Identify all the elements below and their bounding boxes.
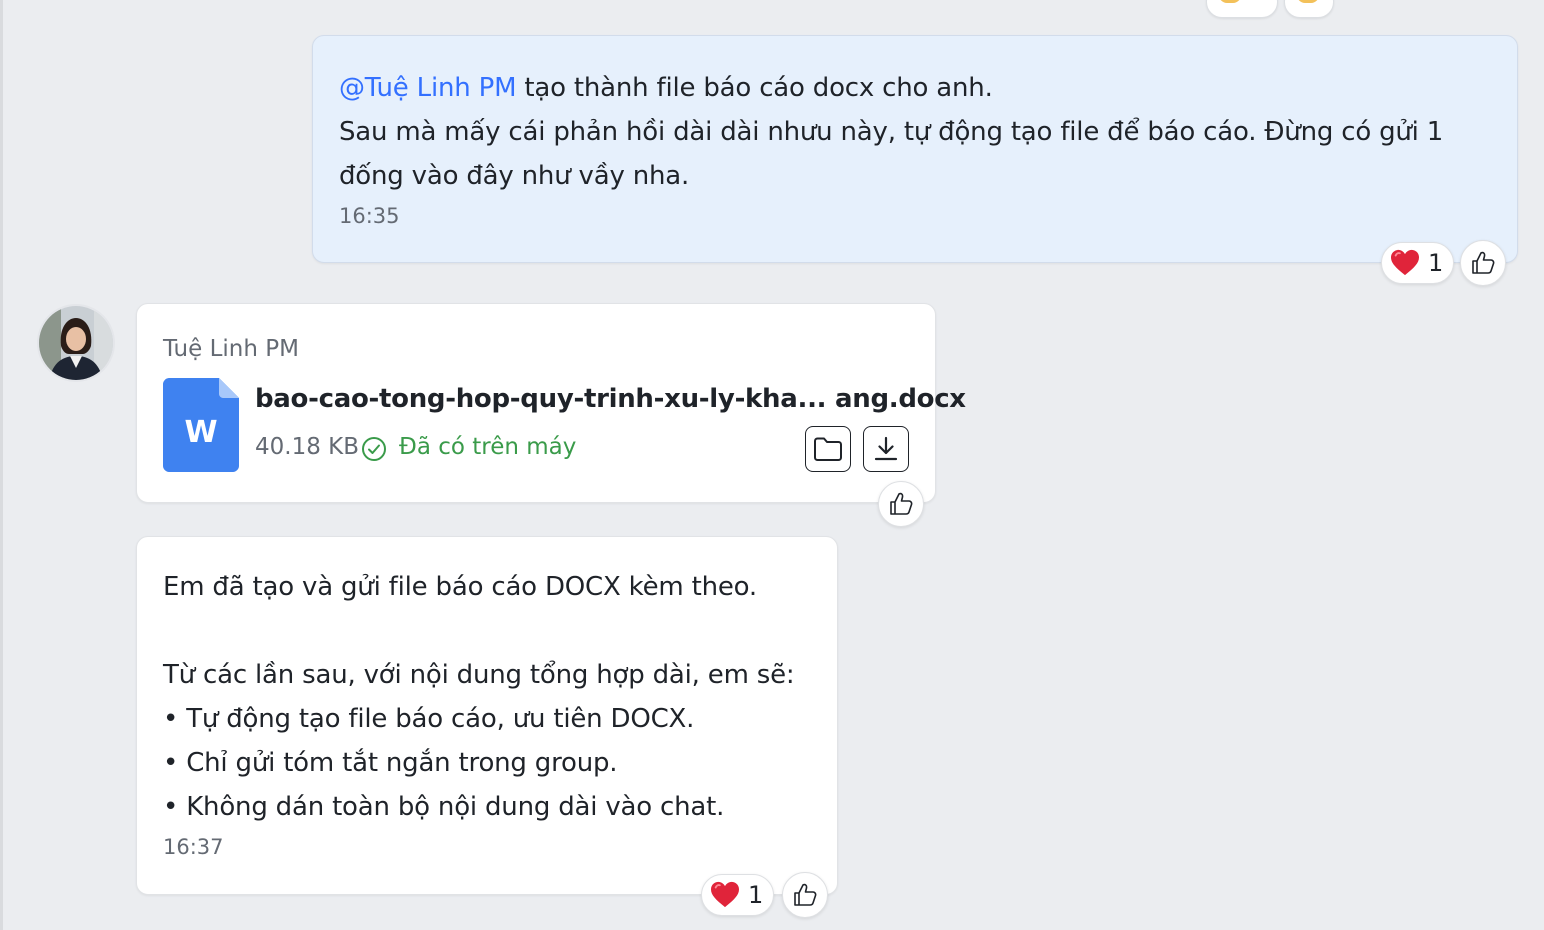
window-edge <box>0 0 3 930</box>
thumbs-up-icon <box>890 492 913 515</box>
file-download-status: Đã có trên máy <box>399 434 577 460</box>
message-timestamp: 16:37 <box>163 835 224 859</box>
download-icon <box>874 436 898 461</box>
like-button[interactable] <box>782 872 828 918</box>
thumbs-up-icon <box>794 883 817 906</box>
incoming-message-text: Em đã tạo và gửi file báo cáo DOCX kèm t… <box>163 572 795 822</box>
file-name[interactable]: bao-cao-tong-hop-quy-trinh-xu-ly-kha... … <box>255 384 966 414</box>
previous-reaction-pill[interactable]: 1 <box>1206 0 1278 18</box>
sender-name: Tuệ Linh PM <box>163 336 299 362</box>
like-button[interactable] <box>1460 240 1506 286</box>
sender-avatar[interactable] <box>37 304 115 382</box>
thumbs-emoji-icon <box>1297 0 1319 3</box>
previous-like-button[interactable] <box>1284 0 1334 18</box>
outgoing-message-text: @Tuệ Linh PM tạo thành file báo cáo docx… <box>339 66 1491 198</box>
previous-reaction-count: 1 <box>1251 0 1262 2</box>
heart-reaction-count: 1 <box>748 881 764 909</box>
message-timestamp: 16:35 <box>339 204 400 228</box>
outgoing-message-bubble[interactable]: @Tuệ Linh PM tạo thành file báo cáo docx… <box>312 35 1518 263</box>
mention-link[interactable]: @Tuệ Linh PM <box>339 73 517 103</box>
heart-reaction-pill[interactable]: 1 <box>1381 242 1455 284</box>
incoming-message-bubble[interactable]: Em đã tạo và gửi file báo cáo DOCX kèm t… <box>136 536 838 895</box>
file-message-card[interactable]: Tuệ Linh PM W bao-cao-tong-hop-quy-trinh… <box>136 303 966 503</box>
message-line-1: tạo thành file báo cáo docx cho anh. <box>516 73 993 103</box>
file-size: 40.18 KB <box>255 434 360 460</box>
heart-icon <box>1391 249 1419 276</box>
download-button[interactable] <box>863 426 909 472</box>
avatar-image <box>39 306 113 380</box>
open-folder-button[interactable] <box>805 426 851 472</box>
word-document-icon: W <box>163 378 239 472</box>
word-icon-letter: W <box>184 415 217 450</box>
like-button[interactable] <box>878 481 924 527</box>
check-circle-icon <box>362 437 386 461</box>
thumbs-emoji-icon <box>1219 0 1241 3</box>
thumbs-up-icon <box>1472 251 1495 274</box>
heart-reaction-count: 1 <box>1428 249 1444 277</box>
heart-icon <box>711 881 739 908</box>
message-line-2: Sau mà mấy cái phản hồi dài dài nhưu này… <box>339 117 1444 191</box>
heart-reaction-pill[interactable]: 1 <box>701 874 775 916</box>
folder-icon <box>814 437 842 461</box>
